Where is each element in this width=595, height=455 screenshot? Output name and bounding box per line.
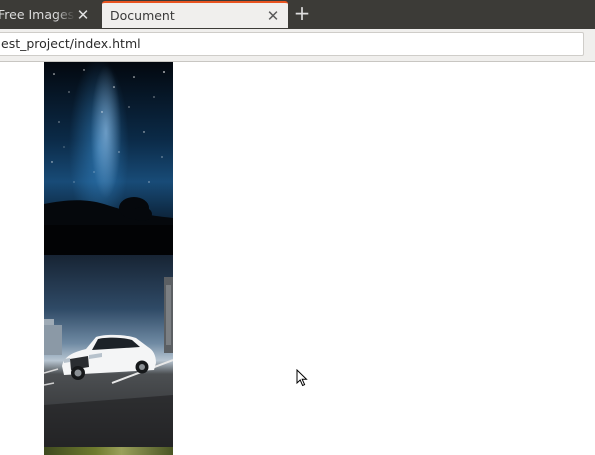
plus-icon: + (293, 1, 311, 25)
car-image (44, 255, 173, 447)
close-icon[interactable]: ✕ (75, 7, 91, 23)
tab-document[interactable]: Document ✕ (102, 1, 288, 28)
close-icon[interactable]: ✕ (265, 8, 281, 24)
milky-way-image (44, 62, 173, 255)
tab-free-images[interactable]: Free Images & ✕ (0, 1, 98, 28)
tab-strip: Free Images & ✕ Document ✕ + (0, 0, 595, 30)
new-tab-button[interactable]: + (291, 3, 313, 25)
page-content (0, 62, 595, 455)
tab-title: Free Images & (0, 7, 75, 22)
address-bar[interactable]: est_project/index.html (0, 32, 584, 56)
next-image-partial (44, 447, 173, 455)
car-illustration (44, 277, 173, 447)
navigation-bar: est_project/index.html (0, 29, 595, 62)
tab-title: Document (110, 8, 175, 23)
mouse-pointer-icon (296, 369, 308, 387)
url-text: est_project/index.html (1, 36, 141, 51)
milky-way-illustration (44, 69, 173, 255)
